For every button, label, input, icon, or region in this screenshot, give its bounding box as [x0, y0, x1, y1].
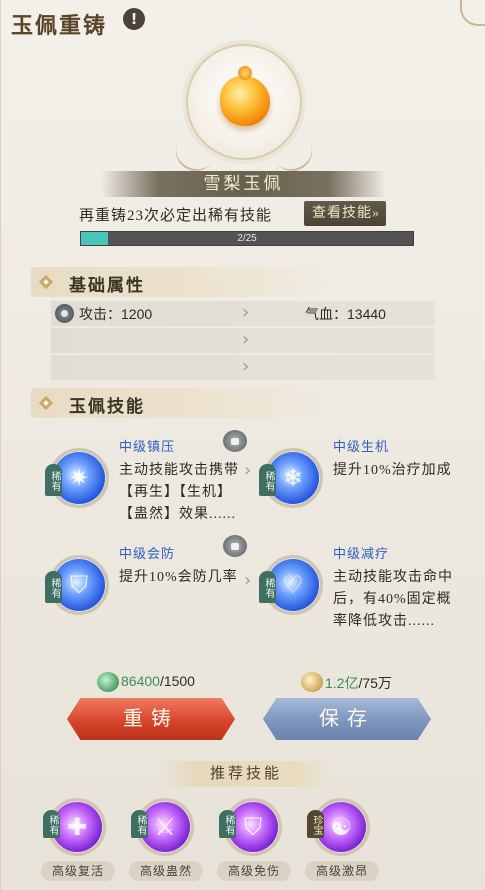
skill-desc: 主动技能攻击携带【再生】【生机】【蛊然】效果......: [119, 463, 239, 522]
rarity-tag: 稀有: [43, 810, 60, 838]
diamond-ornament-icon: [38, 395, 54, 411]
attr-label-hp: 气血：: [305, 308, 347, 323]
gold-have: 1.2亿: [325, 675, 359, 691]
gold-need: /75万: [358, 675, 392, 691]
section-base-attrs: 基础属性: [31, 267, 331, 297]
rarity-tag: 稀有: [259, 464, 276, 496]
reforge-button[interactable]: 重铸: [67, 698, 235, 740]
view-skills-button[interactable]: 查看技能 »: [304, 201, 386, 226]
recommend-label: 高级复活: [41, 861, 115, 881]
close-icon[interactable]: [460, 0, 485, 26]
skill-desc: 提升10%会防几率: [119, 570, 238, 585]
jade-pendant-display: [186, 44, 302, 160]
attr-right: 气血：13440: [305, 304, 386, 324]
gold-currency-icon: [301, 672, 323, 692]
chevron-right-icon: ›: [242, 356, 250, 377]
jade-need: /1500: [159, 673, 195, 689]
chevron-right-icon: ›: [244, 460, 252, 481]
reforge-hint: 再重铸23次必定出稀有技能: [79, 208, 273, 224]
section-title: 玉佩技能: [69, 397, 145, 416]
recommend-skill-2[interactable]: ⚔ 稀有 高级蛊然: [129, 796, 203, 890]
skill-slot-2[interactable]: ❄ 稀有 中级生机 提升10%治疗加成: [259, 426, 483, 536]
recommend-label: 高级激昂: [305, 861, 379, 881]
lock-icon[interactable]: [223, 535, 247, 557]
attr-label-attack: 攻击：: [79, 308, 121, 323]
attr-value-attack: 1200: [121, 306, 153, 322]
view-skills-label: 查看技能: [312, 206, 372, 221]
section-title: 基础属性: [69, 276, 145, 295]
reforge-progress-bar: 2/25: [80, 231, 414, 246]
recommend-skill-3[interactable]: ⛉ 稀有 高级免伤: [217, 796, 291, 890]
double-chevron-right-icon: »: [372, 206, 380, 221]
attr-left: 攻击：1200: [79, 304, 152, 324]
skill-desc: 提升10%治疗加成: [333, 463, 452, 478]
chevron-right-icon: ›: [242, 302, 250, 323]
rarity-tag: 稀有: [45, 571, 62, 603]
skill-name: 中级会防: [119, 546, 176, 561]
save-button[interactable]: 保存: [263, 698, 431, 740]
attr-row: 攻击：1200 › 气血：13440: [51, 301, 435, 326]
attr-row-empty: ›: [51, 328, 435, 353]
recommend-skill-1[interactable]: ✚ 稀有 高级复活: [41, 796, 115, 890]
recommend-label: 高级免伤: [217, 861, 291, 881]
rarity-tag: 稀有: [131, 810, 148, 838]
reforge-panel: 玉佩重铸 ! 雪梨玉佩 再重铸23次必定出稀有技能 查看技能 » 2/25 基础…: [0, 0, 485, 890]
rarity-tag: 稀有: [259, 571, 276, 603]
jade-have: 86400: [121, 673, 160, 689]
skill-slot-4[interactable]: ♡ 稀有 中级减疗 主动技能攻击命中后，有40%固定概率降低攻击......: [259, 533, 483, 643]
skill-name: 中级减疗: [333, 546, 390, 561]
jade-currency-icon: [97, 672, 119, 692]
recommend-title: 推荐技能: [161, 761, 331, 787]
header: 玉佩重铸 !: [1, 0, 485, 40]
section-skills: 玉佩技能: [31, 388, 331, 418]
progress-text: 2/25: [237, 233, 257, 244]
rarity-tag: 稀有: [45, 464, 62, 496]
skill-name: 中级镇压: [119, 439, 176, 454]
chevron-right-icon: ›: [242, 329, 250, 350]
info-icon[interactable]: !: [123, 8, 145, 30]
chevron-right-icon: ›: [244, 570, 252, 591]
lock-icon[interactable]: [223, 430, 247, 452]
skill-desc: 主动技能攻击命中后，有40%固定概率降低攻击......: [333, 570, 453, 629]
diamond-ornament-icon: [38, 274, 54, 290]
rarity-tag: 珍宝: [307, 810, 324, 838]
attr-value-hp: 13440: [347, 306, 386, 322]
lock-icon[interactable]: [55, 304, 74, 323]
item-name: 雪梨玉佩: [101, 171, 386, 197]
recommend-skill-4[interactable]: ☯ 珍宝 高级激昂: [305, 796, 379, 890]
recommend-label: 高级蛊然: [129, 861, 203, 881]
skill-name: 中级生机: [333, 439, 390, 454]
page-title: 玉佩重铸: [11, 13, 108, 38]
rarity-tag: 稀有: [219, 810, 236, 838]
jade-pendant-icon: [220, 66, 270, 126]
attr-row-empty: ›: [51, 355, 435, 380]
